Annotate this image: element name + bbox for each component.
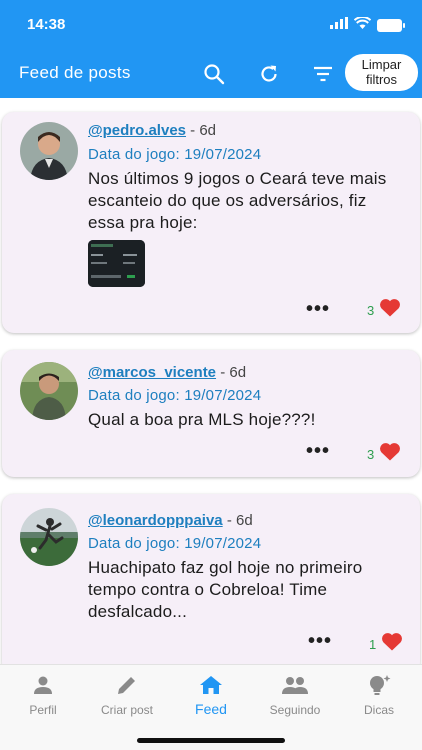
- like-button[interactable]: 3: [367, 298, 401, 322]
- like-count: 3: [367, 446, 375, 462]
- signal-icon: [330, 16, 348, 34]
- avatar[interactable]: [20, 122, 78, 180]
- post-age: - 6d: [220, 364, 247, 381]
- post-card[interactable]: @marcos_vicente - 6d Data do jogo: 19/07…: [2, 350, 420, 477]
- refresh-icon[interactable]: [257, 62, 281, 86]
- post-text: Qual a boa pra MLS hoje???!: [88, 410, 316, 429]
- game-date: Data do jogo: 19/07/2024: [88, 387, 262, 404]
- post-text: Huachipato faz gol hoje no primeiro temp…: [88, 558, 363, 621]
- like-count: 1: [369, 636, 377, 652]
- clear-filters-label-line1: Limpar: [361, 57, 402, 72]
- post-header: @leonardopppaiva - 6d: [88, 512, 253, 529]
- status-icons: [330, 16, 405, 34]
- post-age: - 6d: [190, 122, 217, 139]
- nav-label-following: Seguindo: [269, 703, 321, 717]
- search-icon[interactable]: [202, 62, 226, 86]
- like-count: 3: [367, 302, 375, 318]
- people-icon: [253, 671, 337, 699]
- nav-tab-following[interactable]: Seguindo: [253, 671, 337, 717]
- game-date: Data do jogo: 19/07/2024: [88, 146, 262, 163]
- clear-filters-label-line2: filtros: [365, 72, 398, 87]
- app-header: 14:38 Feed de posts Limpar filtros: [0, 0, 422, 98]
- page-title: Feed de posts: [19, 63, 131, 82]
- author-handle-link[interactable]: @pedro.alves: [88, 122, 186, 139]
- filter-icon[interactable]: [311, 62, 335, 86]
- nav-tab-create-post[interactable]: Criar post: [85, 671, 169, 717]
- nav-tab-profile[interactable]: Perfil: [1, 671, 85, 717]
- nav-label-profile: Perfil: [29, 703, 57, 717]
- home-indicator: [137, 738, 285, 743]
- nav-tab-tips[interactable]: Dicas: [337, 671, 421, 717]
- avatar[interactable]: [20, 508, 78, 566]
- more-options-button[interactable]: •••: [306, 298, 330, 321]
- nav-label-feed: Feed: [195, 701, 227, 717]
- like-button[interactable]: 1: [369, 632, 403, 656]
- more-options-button[interactable]: •••: [306, 440, 330, 463]
- nav-tab-feed[interactable]: Feed: [169, 671, 253, 717]
- heart-icon[interactable]: [381, 632, 403, 656]
- post-header: @pedro.alves - 6d: [88, 122, 216, 139]
- person-icon: [1, 671, 85, 699]
- post-card[interactable]: @leonardopppaiva - 6d Data do jogo: 19/0…: [2, 494, 420, 664]
- lightbulb-icon: [337, 671, 421, 699]
- status-bar: 14:38: [0, 0, 422, 48]
- author-handle-link[interactable]: @leonardopppaiva: [88, 512, 223, 529]
- nav-label-create-post: Criar post: [100, 703, 153, 717]
- status-time: 14:38: [27, 16, 66, 33]
- home-icon: [169, 671, 253, 699]
- post-image-thumbnail[interactable]: [88, 240, 145, 287]
- pencil-icon: [85, 671, 169, 699]
- game-date: Data do jogo: 19/07/2024: [88, 535, 262, 552]
- heart-icon[interactable]: [379, 442, 401, 466]
- nav-label-tips: Dicas: [363, 703, 394, 717]
- post-text: Nos últimos 9 jogos o Ceará teve mais es…: [88, 169, 387, 232]
- heart-icon[interactable]: [379, 298, 401, 322]
- post-feed[interactable]: @pedro.alves - 6d Data do jogo: 19/07/20…: [0, 98, 422, 664]
- battery-icon: [377, 18, 405, 32]
- post-header: @marcos_vicente - 6d: [88, 364, 246, 381]
- like-button[interactable]: 3: [367, 442, 401, 466]
- clear-filters-button[interactable]: Limpar filtros: [345, 54, 418, 91]
- wifi-icon: [353, 16, 372, 34]
- post-card[interactable]: @pedro.alves - 6d Data do jogo: 19/07/20…: [2, 112, 420, 333]
- more-options-button[interactable]: •••: [308, 630, 332, 653]
- avatar[interactable]: [20, 362, 78, 420]
- post-age: - 6d: [226, 512, 253, 529]
- author-handle-link[interactable]: @marcos_vicente: [88, 364, 216, 381]
